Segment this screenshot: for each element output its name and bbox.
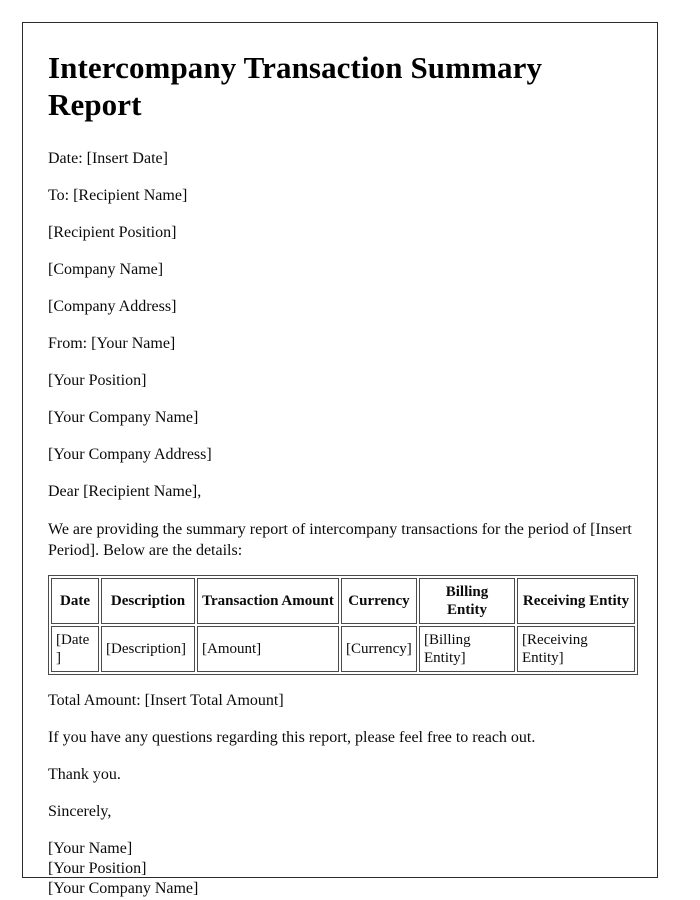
table-header-cell: Date [51, 578, 99, 624]
sender-from-line: From: [Your Name] [48, 335, 176, 352]
signature-position: [Your Position] [48, 860, 147, 877]
table-header-cell: Currency [341, 578, 417, 624]
document-page: Intercompany Transaction Summary Report … [22, 22, 658, 897]
thanks-line: Thank you. [48, 766, 121, 783]
transaction-table: Date Description Transaction Amount Curr… [48, 575, 638, 675]
table-header-cell: Receiving Entity [517, 578, 635, 624]
page-title: Intercompany Transaction Summary Report [48, 50, 543, 122]
recipient-company-name: [Company Name] [48, 261, 164, 278]
table-header-cell: Description [101, 578, 195, 624]
table-cell: [Billing Entity] [419, 626, 515, 672]
date-line: Date: [Insert Date] [48, 150, 168, 167]
recipient-company-address: [Company Address] [48, 298, 177, 315]
total-amount-line: Total Amount: [Insert Total Amount] [48, 692, 284, 709]
recipient-to-line: To: [Recipient Name] [48, 187, 188, 204]
sender-company-name: [Your Company Name] [48, 409, 199, 426]
recipient-position: [Recipient Position] [48, 224, 177, 241]
table-header-row: Date Description Transaction Amount Curr… [51, 578, 635, 624]
document-body: Intercompany Transaction Summary Report … [23, 23, 657, 897]
table-cell: [Currency] [341, 626, 417, 672]
table-header-cell: Billing Entity [419, 578, 515, 624]
sender-position: [Your Position] [48, 372, 147, 389]
salutation: Dear [Recipient Name], [48, 483, 202, 500]
table-cell: [Receiving Entity] [517, 626, 635, 672]
signature-block: [Your Name] [Your Position] [Your Compan… [48, 839, 633, 899]
closing-line: Sincerely, [48, 803, 112, 820]
table-cell: [Description] [101, 626, 195, 672]
intro-paragraph: We are providing the summary report of i… [48, 521, 632, 559]
table-row: [Date] [Description] [Amount] [Currency]… [51, 626, 635, 672]
signature-name: [Your Name] [48, 840, 133, 857]
questions-line: If you have any questions regarding this… [48, 729, 536, 746]
table-header-cell: Transaction Amount [197, 578, 339, 624]
signature-company-name: [Your Company Name] [48, 880, 199, 897]
table-cell: [Date] [51, 626, 99, 672]
table-cell: [Amount] [197, 626, 339, 672]
sender-company-address: [Your Company Address] [48, 446, 212, 463]
